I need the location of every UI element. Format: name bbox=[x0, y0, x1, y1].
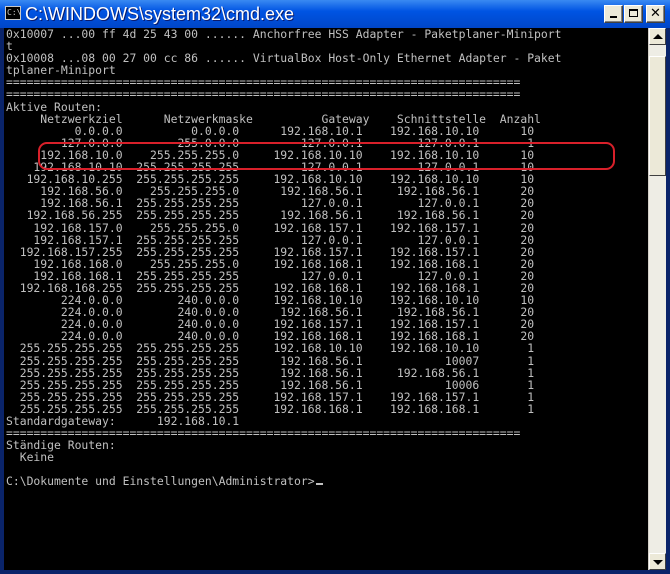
console-lines: 0x10007 ...00 ff 4d 25 43 00 ...... Anch… bbox=[4, 28, 648, 488]
window-title: C:\WINDOWS\system32\cmd.exe bbox=[25, 4, 295, 24]
vertical-scrollbar[interactable] bbox=[648, 28, 666, 570]
scroll-down-button[interactable] bbox=[649, 553, 666, 570]
console-line: Keine bbox=[6, 450, 55, 465]
cmd-icon-text: C:\ bbox=[7, 8, 22, 17]
scroll-thumb[interactable] bbox=[649, 56, 666, 176]
console-line: 0x10007 ...00 ff 4d 25 43 00 ...... Anch… bbox=[6, 28, 562, 41]
console-line: Netzwerkziel Netzwerkmaske Gateway Schni… bbox=[6, 111, 541, 126]
console-line: 192.168.157.0 255.255.255.0 192.168.157.… bbox=[6, 220, 535, 235]
maximize-icon bbox=[629, 9, 638, 17]
cmd-icon[interactable]: C:\ bbox=[5, 6, 21, 20]
console-line: 255.255.255.255 255.255.255.255 192.168.… bbox=[6, 353, 535, 368]
arrow-up-icon bbox=[653, 34, 663, 39]
console-line: C:\Dokumente und Einstellungen\Administr… bbox=[6, 475, 648, 488]
console-window: C:\ C:\WINDOWS\system32\cmd.exe ✕ 0x1000… bbox=[0, 0, 670, 574]
arrow-down-icon bbox=[653, 560, 663, 565]
minimize-button[interactable] bbox=[604, 5, 623, 23]
maximize-button[interactable] bbox=[624, 5, 643, 23]
console-line: 255.255.255.255 255.255.255.255 192.168.… bbox=[6, 377, 535, 392]
console-line: 255.255.255.255 255.255.255.255 192.168.… bbox=[6, 341, 535, 356]
title-bar[interactable]: C:\ C:\WINDOWS\system32\cmd.exe ✕ bbox=[0, 0, 670, 28]
scroll-up-button[interactable] bbox=[649, 28, 666, 45]
console-line: 192.168.56.255 255.255.255.255 192.168.5… bbox=[6, 208, 535, 223]
close-icon: ✕ bbox=[650, 6, 661, 21]
console-line: Ständige Routen: bbox=[6, 438, 116, 453]
minimize-icon bbox=[610, 16, 617, 18]
window-frame-bottom bbox=[0, 570, 670, 574]
console-line: Aktive Routen: bbox=[6, 99, 103, 114]
text-cursor bbox=[315, 483, 323, 486]
console-line: 192.168.157.255 255.255.255.255 192.168.… bbox=[6, 244, 535, 259]
console-line: 192.168.157.1 255.255.255.255 127.0.0.1 … bbox=[6, 232, 535, 247]
console-output[interactable]: 0x10007 ...00 ff 4d 25 43 00 ...... Anch… bbox=[4, 28, 648, 570]
close-button[interactable]: ✕ bbox=[646, 5, 665, 23]
console-line: ========================================… bbox=[6, 87, 521, 102]
console-line: 255.255.255.255 255.255.255.255 192.168.… bbox=[6, 365, 535, 380]
